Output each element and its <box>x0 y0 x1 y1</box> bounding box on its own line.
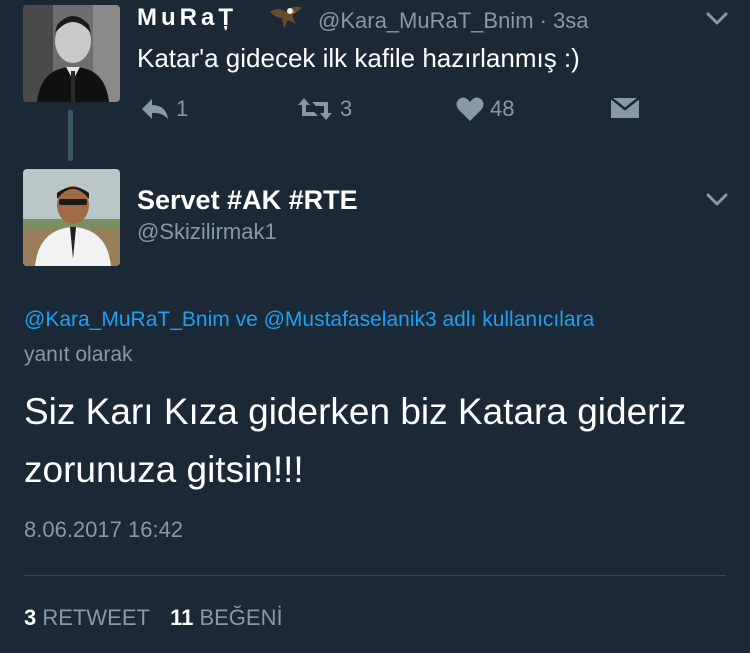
chevron-down-icon[interactable] <box>706 193 728 212</box>
heart-icon <box>456 97 484 121</box>
mention-link[interactable]: @Mustafaselanik3 <box>264 308 437 331</box>
divider <box>24 575 726 576</box>
parent-handle-time[interactable]: @Kara_MuRaT_Bnim · 3sa <box>318 8 589 34</box>
eagle-icon <box>268 2 304 37</box>
envelope-icon <box>610 97 640 118</box>
focused-handle[interactable]: @Skizilirmak1 <box>137 219 277 245</box>
thread-connector <box>68 110 73 161</box>
like-button[interactable]: 48 <box>456 96 514 122</box>
reply-button[interactable]: 1 <box>140 96 188 122</box>
parent-tweet-text: Katar'a gidecek ilk kafile hazırlanmış :… <box>137 43 580 73</box>
tweet-stats: 3 RETWEET 11 BEĞENİ <box>24 605 283 631</box>
like-stat-count[interactable]: 11 <box>170 605 193 630</box>
focused-tweet-text: Siz Karı Kıza giderken biz Katara gideri… <box>24 391 687 490</box>
reply-icon <box>142 99 168 119</box>
avatar[interactable] <box>23 5 120 102</box>
mention-link[interactable]: @Kara_MuRaT_Bnim <box>24 308 230 331</box>
avatar[interactable] <box>23 169 120 266</box>
reply-count: 1 <box>176 96 189 121</box>
like-count: 48 <box>490 96 515 121</box>
reply-suffix: adlı kullanıcılara <box>436 308 595 331</box>
retweet-count: 3 <box>340 96 353 121</box>
like-stat-label[interactable]: BEĞENİ <box>199 605 282 630</box>
reply-connector: ve <box>229 308 264 331</box>
parent-display-name[interactable]: MuRaȚ <box>137 4 237 32</box>
retweet-icon <box>298 98 332 120</box>
tweet-timestamp: 8.06.2017 16:42 <box>24 517 184 542</box>
chevron-down-icon[interactable] <box>706 12 728 31</box>
reply-context-suffix: yanıt olarak <box>24 343 133 366</box>
retweet-stat-label[interactable]: RETWEET <box>42 605 150 630</box>
tweet-detail-page: MuRaȚ @Kara_MuRaT_Bnim · 3sa Katar'a gid… <box>0 0 750 653</box>
retweet-button[interactable]: 3 <box>296 96 352 122</box>
retweet-stat-count[interactable]: 3 <box>24 605 36 630</box>
focused-display-name[interactable]: Servet #AK #RTE <box>137 185 358 216</box>
direct-message-button[interactable] <box>610 96 640 120</box>
reply-context: @Kara_MuRaT_Bnim ve @Mustafaselanik3 adl… <box>24 308 594 332</box>
